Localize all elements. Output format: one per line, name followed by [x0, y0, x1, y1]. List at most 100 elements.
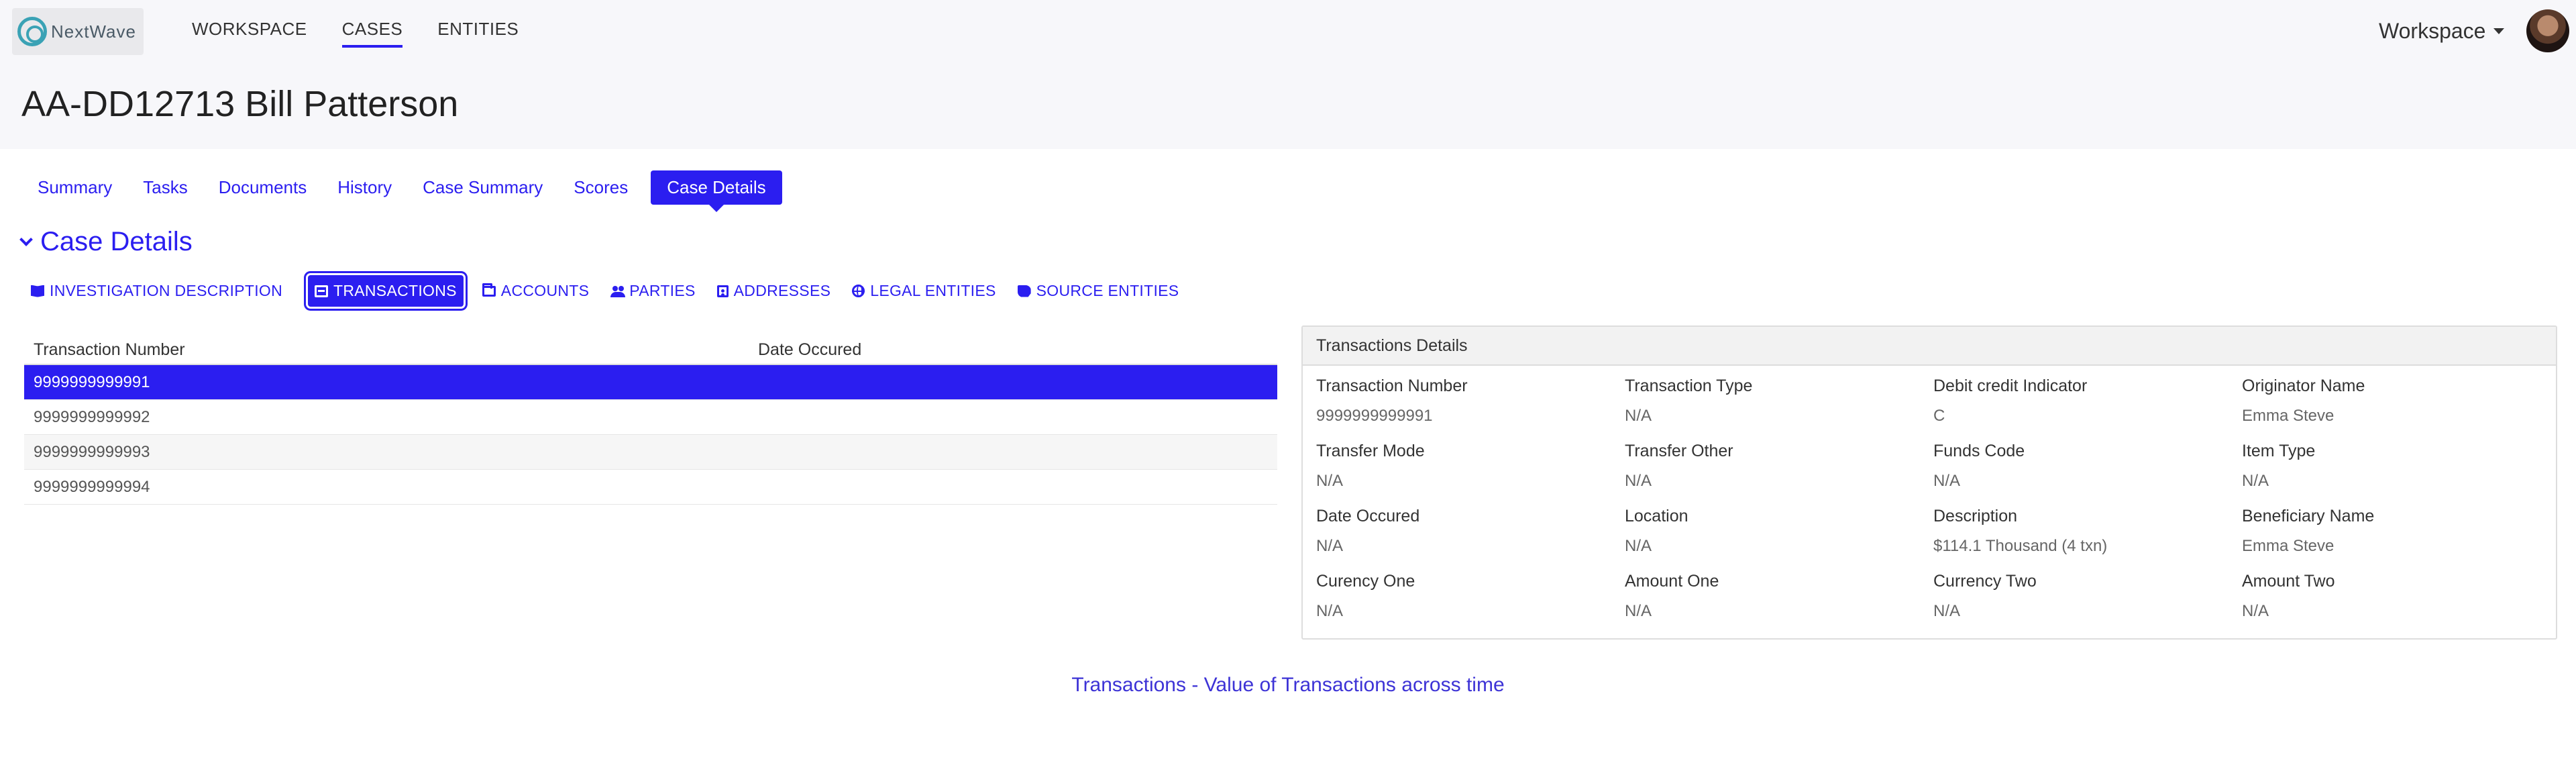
caret-down-icon	[2493, 28, 2505, 34]
globe-icon	[852, 285, 865, 297]
app-header: NextWave WORKSPACE CASES ENTITIES Worksp…	[0, 0, 2576, 149]
subtab-accounts[interactable]: ACCOUNTS	[482, 282, 589, 300]
field-value: N/A	[1933, 472, 1961, 490]
field-label: Transfer Other	[1625, 442, 1733, 460]
field-label: Amount Two	[2242, 572, 2335, 591]
transaction-details-panel: Transactions Details Transaction Number 9…	[1301, 325, 2557, 640]
subtab-label: TRANSACTIONS	[333, 282, 457, 299]
field-label: Curency One	[1316, 572, 1415, 591]
field-label: Funds Code	[1933, 442, 2025, 460]
table-row[interactable]: 9999999999994	[24, 470, 1277, 505]
page-title: AA-DD12713 Bill Patterson	[21, 84, 459, 124]
field-value: N/A	[1625, 537, 1652, 555]
field-value: N/A	[2242, 602, 2269, 620]
section-title: Case Details	[40, 227, 193, 256]
field-label: Originator Name	[2242, 376, 2365, 395]
column-header-date-occured[interactable]: Date Occured	[758, 340, 861, 360]
book-icon	[31, 285, 44, 297]
nav-entities[interactable]: ENTITIES	[437, 19, 519, 48]
field-value: N/A	[1316, 537, 1344, 555]
subtab-legal-entities[interactable]: LEGAL ENTITIES	[852, 282, 996, 300]
workspace-dropdown[interactable]: Workspace	[2379, 19, 2505, 44]
subtab-label: INVESTIGATION DESCRIPTION	[50, 282, 282, 299]
table-row[interactable]: 9999999999991	[24, 365, 1277, 400]
chevron-down-icon	[19, 232, 33, 246]
folder-icon	[482, 283, 496, 297]
subtab-investigation-description[interactable]: INVESTIGATION DESCRIPTION	[31, 282, 282, 300]
field-label: Currency Two	[1933, 572, 2037, 591]
subtab-label: ADDRESSES	[733, 282, 831, 299]
subtab-label: LEGAL ENTITIES	[870, 282, 996, 299]
logo-icon	[17, 17, 47, 46]
user-avatar[interactable]	[2526, 9, 2569, 52]
field-label: Description	[1933, 507, 2018, 525]
scroll-icon	[1017, 285, 1031, 297]
field-label: Amount One	[1625, 572, 1719, 591]
subtab-label: ACCOUNTS	[500, 282, 590, 299]
field-label: Date Occured	[1316, 507, 1420, 525]
users-icon	[610, 285, 626, 297]
subtab-label: PARTIES	[629, 282, 696, 299]
field-date-occured: Date Occured N/A	[1316, 507, 1625, 556]
field-label: Item Type	[2242, 442, 2316, 460]
logo-text: NextWave	[51, 21, 136, 42]
credit-card-icon	[315, 285, 328, 297]
column-header-transaction-number[interactable]: Transaction Number	[24, 340, 758, 360]
subtab-transactions[interactable]: TRANSACTIONS	[308, 275, 464, 307]
nav-cases[interactable]: CASES	[341, 19, 403, 48]
field-label: Transaction Number	[1316, 376, 1468, 395]
case-tabs: Summary Tasks Documents History Case Sum…	[30, 170, 797, 205]
transaction-number-cell: 9999999999993	[34, 442, 150, 461]
subtab-label: SOURCE ENTITIES	[1036, 282, 1179, 299]
top-nav: WORKSPACE CASES ENTITIES	[192, 19, 553, 48]
table-header: Transaction Number Date Occured	[24, 336, 1277, 365]
tab-history[interactable]: History	[329, 170, 400, 205]
field-value: N/A	[1625, 602, 1652, 620]
field-value: N/A	[1933, 602, 1961, 620]
field-value: $114.1 Thousand (4 txn)	[1933, 537, 2108, 555]
field-currency-two: Currency Two N/A	[1933, 572, 2242, 621]
tab-case-details[interactable]: Case Details	[651, 170, 782, 205]
tab-documents[interactable]: Documents	[211, 170, 315, 205]
subtab-parties[interactable]: PARTIES	[610, 282, 695, 300]
field-value: N/A	[1625, 472, 1652, 490]
field-value: N/A	[1316, 472, 1344, 490]
details-subtabs: INVESTIGATION DESCRIPTION TRANSACTIONS A…	[31, 275, 1200, 307]
transaction-number-cell: 9999999999991	[34, 372, 150, 391]
details-panel-title: Transactions Details	[1303, 327, 2556, 366]
field-amount-two: Amount Two N/A	[2242, 572, 2551, 621]
field-funds-code: Funds Code N/A	[1933, 442, 2242, 491]
field-amount-one: Amount One N/A	[1625, 572, 1933, 621]
table-row[interactable]: 9999999999992	[24, 400, 1277, 435]
nextwave-logo[interactable]: NextWave	[12, 8, 144, 55]
tab-scores[interactable]: Scores	[566, 170, 636, 205]
field-label: Beneficiary Name	[2242, 507, 2375, 525]
field-transaction-number: Transaction Number 9999999999991	[1316, 376, 1625, 425]
field-description: Description $114.1 Thousand (4 txn)	[1933, 507, 2242, 556]
field-currency-one: Curency One N/A	[1316, 572, 1625, 621]
field-beneficiary-name: Beneficiary Name Emma Steve	[2242, 507, 2551, 556]
subtab-addresses[interactable]: ADDRESSES	[716, 282, 831, 300]
address-book-icon	[716, 285, 729, 297]
field-value: 9999999999991	[1316, 407, 1433, 425]
details-row: Date Occured N/A Location N/A Description $…	[1316, 507, 2551, 556]
details-grid: Transaction Number 9999999999991 Transact…	[1316, 376, 2551, 637]
field-location: Location N/A	[1625, 507, 1933, 556]
field-value: N/A	[2242, 472, 2269, 490]
field-item-type: Item Type N/A	[2242, 442, 2551, 491]
case-details-toggle[interactable]: Case Details	[19, 227, 193, 257]
tab-case-summary[interactable]: Case Summary	[415, 170, 551, 205]
field-value: Emma Steve	[2242, 537, 2334, 555]
field-value: N/A	[1316, 602, 1344, 620]
nav-workspace[interactable]: WORKSPACE	[192, 19, 307, 48]
field-transaction-type: Transaction Type N/A	[1625, 376, 1933, 425]
field-label: Transaction Type	[1625, 376, 1753, 395]
tab-summary[interactable]: Summary	[30, 170, 120, 205]
transaction-number-cell: 9999999999992	[34, 407, 150, 426]
subtab-source-entities[interactable]: SOURCE ENTITIES	[1017, 282, 1179, 300]
tab-tasks[interactable]: Tasks	[135, 170, 195, 205]
field-label: Debit credit Indicator	[1933, 376, 2088, 395]
table-row[interactable]: 9999999999993	[24, 435, 1277, 470]
field-label: Transfer Mode	[1316, 442, 1425, 460]
field-value: Emma Steve	[2242, 407, 2334, 425]
